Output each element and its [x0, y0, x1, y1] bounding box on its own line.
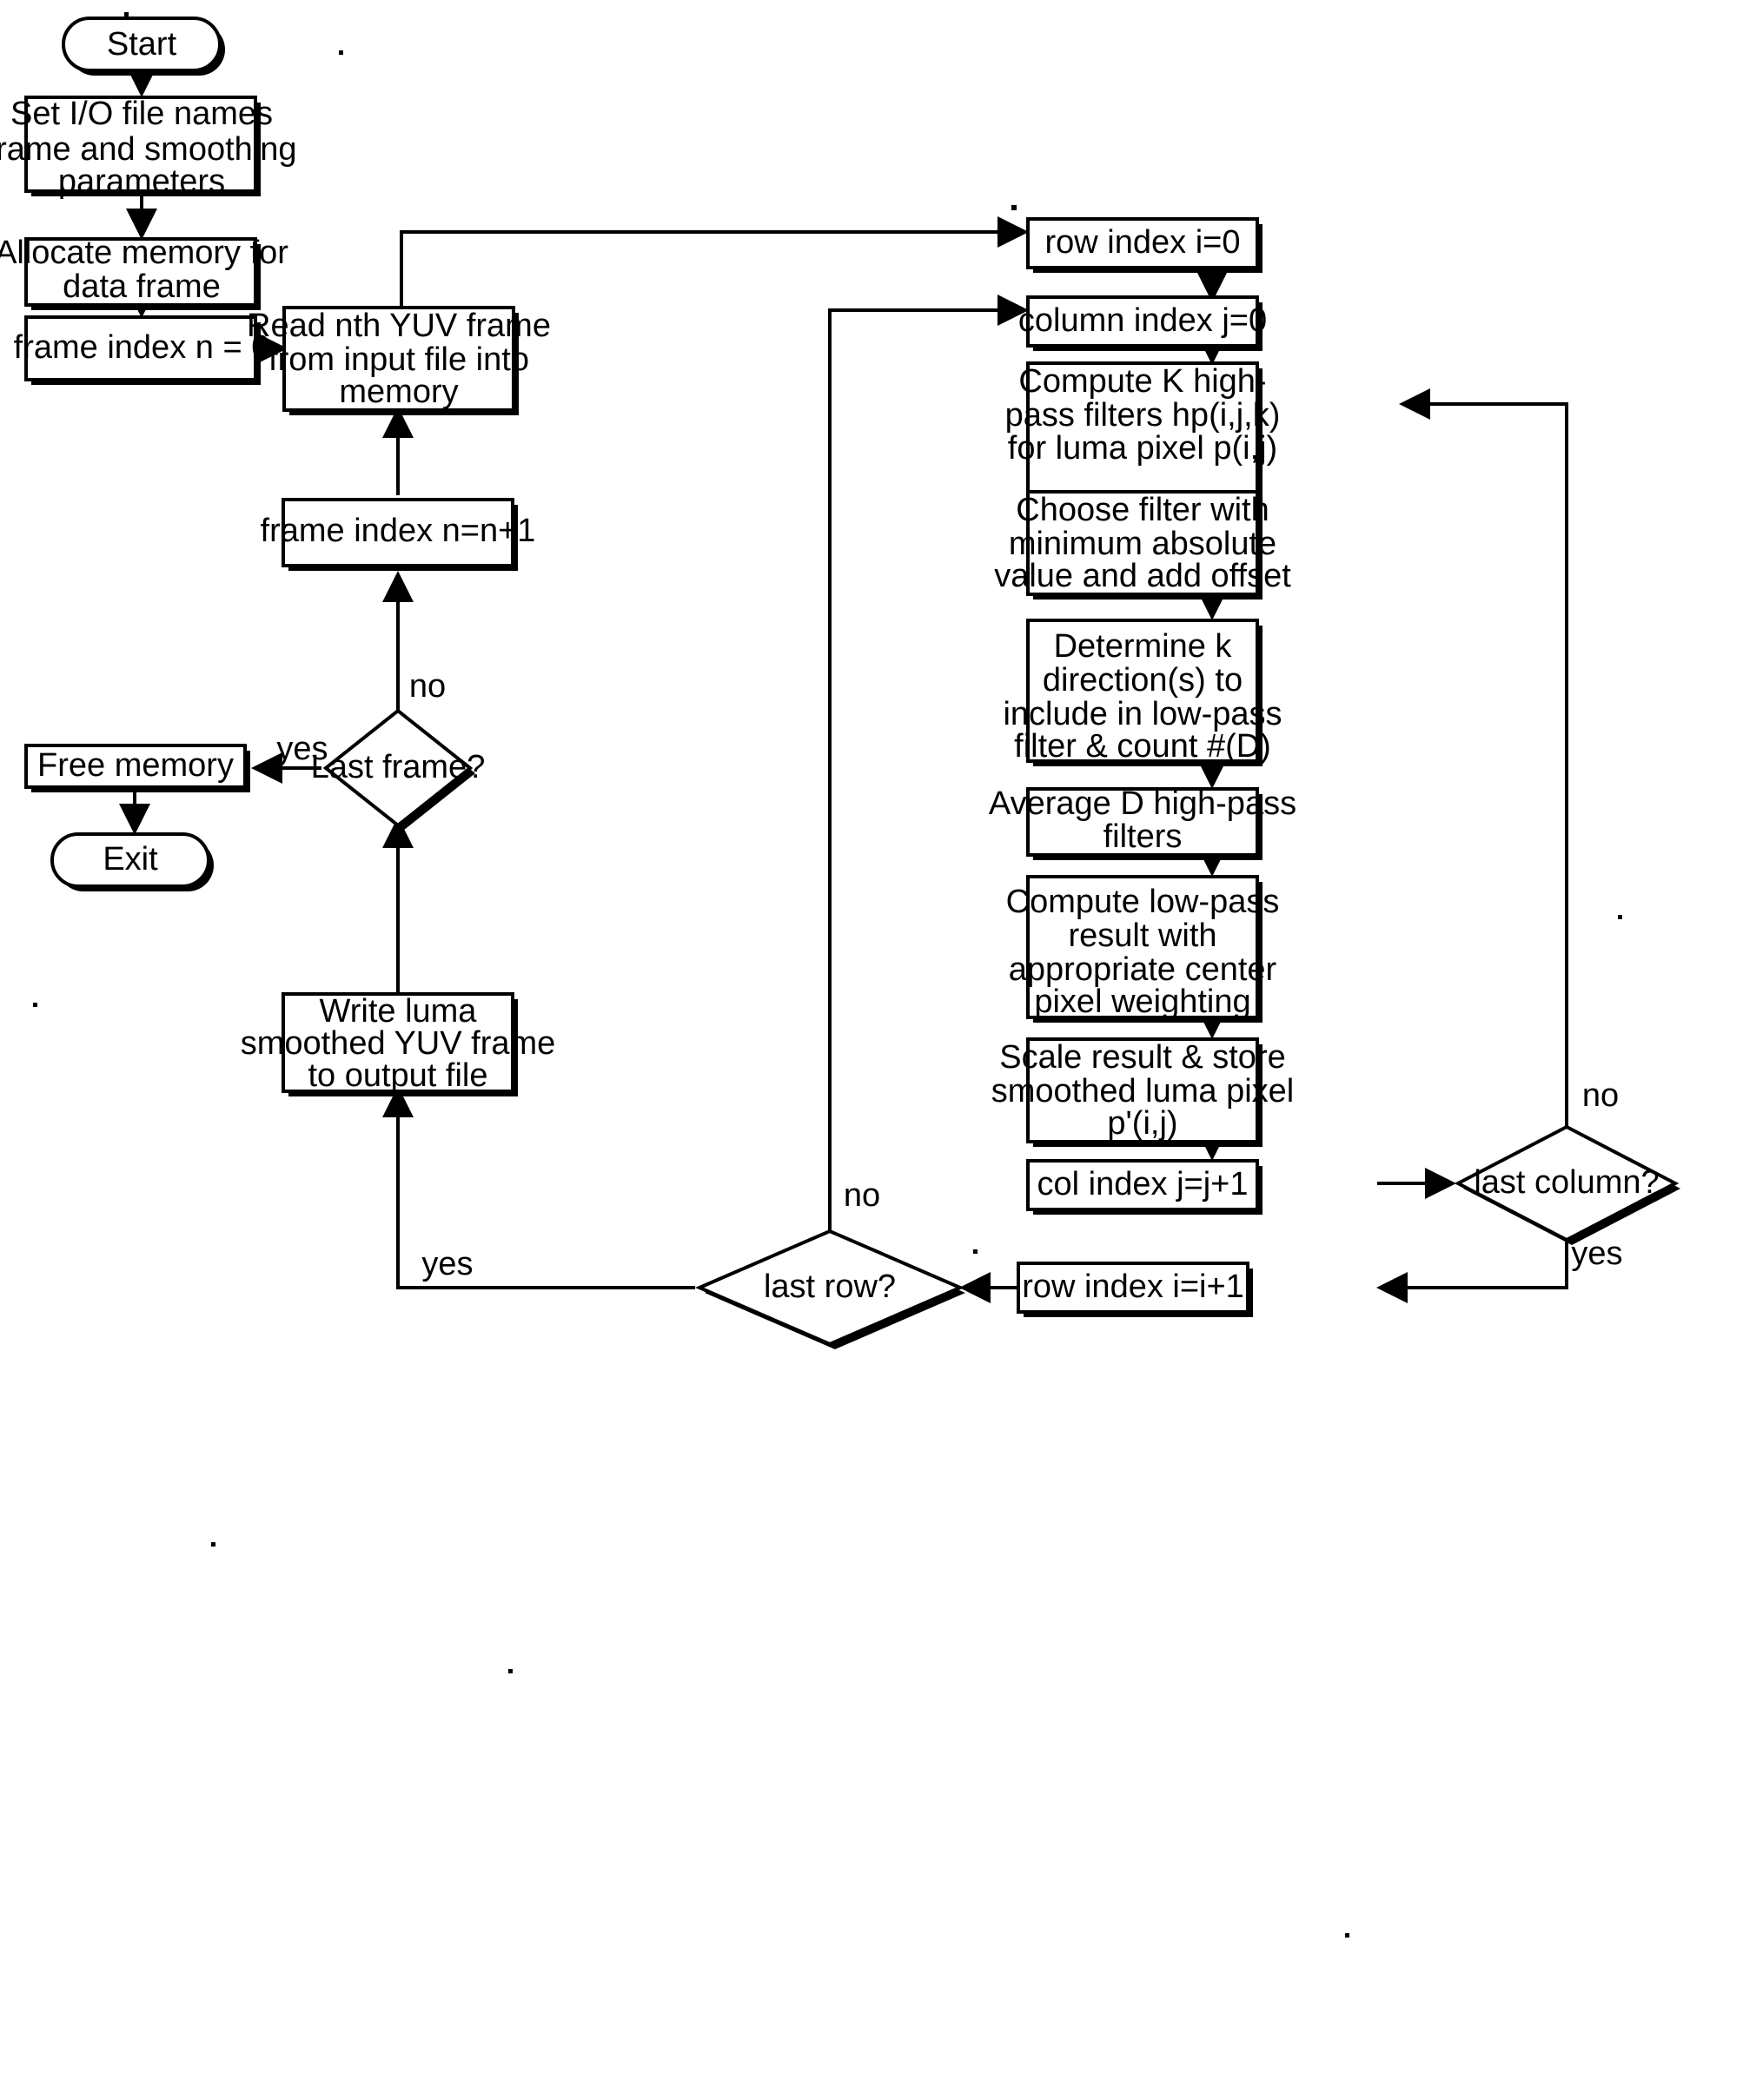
node-allocate-line1: Allocate memory for: [0, 235, 288, 271]
scan-speck: [1011, 205, 1017, 210]
node-determine-k-line2: direction(s) to: [1043, 662, 1243, 699]
node-compute-high-pass[interactable]: Compute K high- pass filters hp(i,j,k) f…: [1005, 361, 1281, 497]
scan-speck: [508, 1669, 513, 1673]
node-last-row-label: last row?: [764, 1269, 896, 1305]
scan-speck: [33, 1003, 37, 1007]
node-determine-k-line3: include in low-pass: [1003, 696, 1282, 732]
node-col-index-zero[interactable]: column index j=0: [1018, 295, 1267, 351]
node-set-io[interactable]: Set I/O file names frame and smoothing p…: [0, 96, 296, 200]
node-average-high-pass[interactable]: Average D high-pass filters: [989, 785, 1296, 860]
node-determine-k-line1: Determine k: [1054, 628, 1233, 665]
scan-speck: [973, 1249, 978, 1254]
node-frame-index-inc-label: frame index n=n+1: [261, 513, 536, 549]
node-compute-hp-line2: pass filters hp(i,j,k): [1005, 397, 1281, 434]
edge-last-column-yes-to-row-index-inc: [1376, 1241, 1568, 1303]
node-read-frame-line2: from input file into: [268, 341, 529, 378]
node-write-frame-line3: to output file: [308, 1057, 487, 1094]
node-read-frame-line3: memory: [339, 374, 458, 410]
edge-label-last-column-yes: yes: [1571, 1235, 1622, 1272]
node-compute-lp-line4: pixel weighting: [1034, 984, 1250, 1020]
edge-last-column-no-to-compute-hp: [1399, 388, 1568, 1127]
node-col-index-inc-label: col index j=j+1: [1037, 1166, 1249, 1202]
node-choose-filter-line2: minimum absolute: [1009, 526, 1276, 562]
node-row-index-inc-label: row index i=i+1: [1022, 1269, 1244, 1305]
node-compute-lp-line1: Compute low-pass: [1006, 884, 1280, 920]
node-frame-index-zero[interactable]: frame index n = 0: [14, 315, 270, 385]
node-compute-hp-line1: Compute K high-: [1018, 363, 1266, 400]
node-last-frame-decision[interactable]: Last frame?: [311, 708, 486, 831]
node-col-index-zero-label: column index j=0: [1018, 302, 1267, 339]
edge-label-last-frame-no: no: [409, 668, 446, 705]
node-average-d-line2: filters: [1103, 818, 1183, 855]
edge-label-last-row-yes: yes: [421, 1246, 473, 1282]
node-row-index-zero[interactable]: row index i=0: [1026, 217, 1263, 273]
node-choose-filter-line1: Choose filter with: [1016, 492, 1269, 528]
node-free-memory-label: Free memory: [37, 747, 234, 784]
scan-speck: [211, 1542, 215, 1547]
edge-label-last-frame-yes: yes: [276, 731, 328, 767]
node-determine-directions[interactable]: Determine k direction(s) to include in l…: [1003, 619, 1282, 766]
node-frame-index-increment[interactable]: frame index n=n+1: [261, 498, 536, 571]
node-exit-label: Exit: [103, 841, 158, 878]
node-write-frame[interactable]: Write luma smoothed YUV frame to output …: [241, 992, 556, 1096]
node-allocate-line2: data frame: [63, 268, 221, 305]
flowchart-diagram: Start Set I/O file names frame and smoot…: [0, 0, 1743, 2100]
node-scale-result-line2: smoothed luma pixel: [991, 1073, 1295, 1110]
node-exit[interactable]: Exit: [50, 832, 214, 891]
node-compute-lp-line2: result with: [1068, 918, 1216, 954]
node-last-column-label: last column?: [1474, 1164, 1659, 1201]
node-free-memory[interactable]: Free memory: [24, 744, 250, 792]
node-read-frame-line1: Read nth YUV frame: [247, 308, 551, 344]
node-row-index-increment[interactable]: row index i=i+1: [1017, 1262, 1253, 1317]
node-write-frame-line2: smoothed YUV frame: [241, 1025, 556, 1062]
node-compute-hp-line3: for luma pixel p(i,j): [1008, 430, 1277, 467]
node-write-frame-line1: Write luma: [320, 993, 478, 1030]
node-row-index-zero-label: row index i=0: [1045, 224, 1241, 261]
edge-read-frame-to-row-index: [400, 216, 1029, 308]
node-last-column-decision[interactable]: last column?: [1454, 1124, 1680, 1245]
node-choose-filter-line3: value and add offset: [994, 558, 1291, 594]
scan-speck: [1618, 915, 1622, 919]
node-compute-low-pass[interactable]: Compute low-pass result with appropriate…: [1006, 875, 1280, 1023]
node-average-d-line1: Average D high-pass: [989, 785, 1296, 822]
edge-label-last-row-no: no: [844, 1177, 880, 1214]
node-frame-index-zero-label: frame index n = 0: [14, 329, 270, 366]
scan-speck: [1345, 1933, 1349, 1938]
node-scale-result-line1: Scale result & store: [999, 1039, 1285, 1076]
node-scale-result-line3: p'(i,j): [1107, 1105, 1177, 1142]
node-start[interactable]: Start: [62, 17, 225, 76]
node-choose-filter[interactable]: Choose filter with minimum absolute valu…: [994, 490, 1291, 600]
node-allocate-memory[interactable]: Allocate memory for data frame: [0, 235, 288, 310]
node-set-io-line1: Set I/O file names: [10, 96, 273, 132]
node-set-io-line3: parameters: [58, 163, 225, 200]
edge-label-last-column-no: no: [1582, 1077, 1619, 1114]
node-last-row-decision[interactable]: last row?: [694, 1229, 965, 1349]
scan-speck: [339, 50, 343, 55]
node-compute-lp-line3: appropriate center: [1009, 951, 1277, 988]
node-set-io-line2: frame and smoothing: [0, 131, 296, 168]
node-last-frame-label: Last frame?: [311, 749, 486, 785]
scan-speck: [124, 12, 129, 17]
node-read-frame[interactable]: Read nth YUV frame from input file into …: [247, 306, 551, 415]
node-col-index-increment[interactable]: col index j=j+1: [1026, 1159, 1263, 1215]
node-scale-result[interactable]: Scale result & store smoothed luma pixel…: [991, 1037, 1295, 1147]
node-determine-k-line4: filter & count #(D): [1014, 728, 1271, 765]
node-start-label: Start: [107, 26, 177, 63]
